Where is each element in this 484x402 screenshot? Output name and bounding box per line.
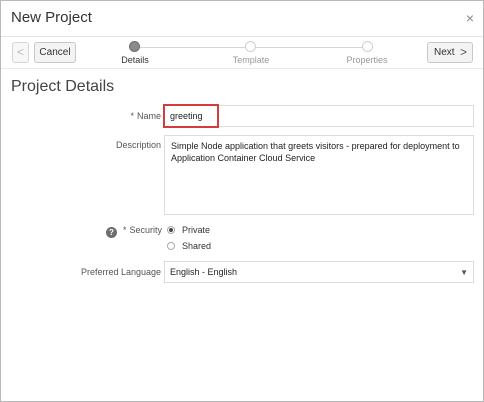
security-radio-private[interactable]	[167, 226, 175, 234]
security-label: Security	[129, 225, 162, 235]
security-label-group: * Security	[119, 225, 162, 235]
train-stop-details-label[interactable]: Details	[105, 55, 165, 65]
cancel-button[interactable]: Cancel	[34, 42, 76, 63]
name-highlight-box	[163, 104, 219, 128]
close-icon[interactable]: ×	[466, 11, 474, 25]
security-radio-shared[interactable]	[167, 242, 175, 250]
train-stop-details[interactable]	[129, 41, 140, 52]
next-button[interactable]: Next >	[427, 42, 473, 63]
security-required-mark: *	[122, 225, 127, 235]
name-label: Name	[136, 111, 161, 121]
dialog-header: New Project ×	[1, 1, 483, 37]
wizard-train-bar: < Cancel Details Template Properties Nex…	[1, 37, 483, 69]
description-textarea[interactable]: Simple Node application that greets visi…	[164, 135, 474, 215]
next-button-label: Next	[434, 47, 455, 58]
dropdown-arrow-icon: ▼	[460, 268, 468, 277]
back-button[interactable]: <	[12, 42, 29, 63]
section-title: Project Details	[11, 78, 115, 95]
language-value: English - English	[170, 267, 238, 277]
security-option-shared-label[interactable]: Shared	[182, 241, 211, 251]
chevron-right-icon: >	[459, 45, 467, 59]
language-select[interactable]: English - English ▼	[164, 261, 474, 283]
dialog-title: New Project	[11, 9, 92, 26]
new-project-dialog: New Project × < Cancel Details Template …	[0, 0, 484, 402]
train-stop-template-label[interactable]: Template	[221, 55, 281, 65]
name-label-group: * Name	[101, 111, 161, 121]
security-option-private-label[interactable]: Private	[182, 225, 210, 235]
description-label: Description	[115, 140, 161, 150]
language-label: Preferred Language	[80, 267, 161, 277]
train-stop-template[interactable]	[245, 41, 256, 52]
name-required-mark: *	[130, 111, 134, 121]
chevron-left-icon: <	[16, 45, 24, 59]
train-stop-properties-label[interactable]: Properties	[337, 55, 397, 65]
train-stop-properties[interactable]	[362, 41, 373, 52]
help-icon[interactable]: ?	[106, 227, 117, 238]
